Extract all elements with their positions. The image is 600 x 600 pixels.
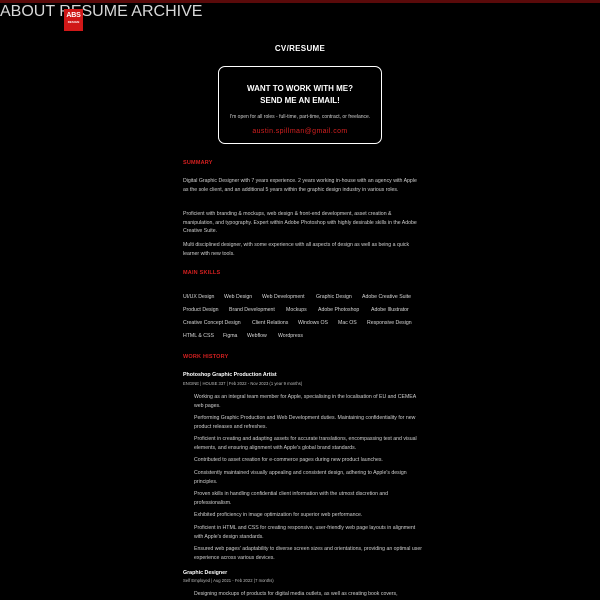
top-navigation-bar: ABS DESIGN ABOUT RESUME ARCHIVE — [0, 0, 600, 34]
nav-link-archive[interactable]: ARCHIVE — [131, 3, 202, 20]
summary-paragraph-2: Proficient with branding & mockups, web … — [183, 211, 417, 234]
skill-item: Mac OS — [338, 320, 357, 326]
skill-item: Client Relations — [252, 320, 289, 326]
job-title: Photoshop Graphic Production Artist — [183, 372, 277, 378]
job-meta: Self Employed | Aug 2021 - Feb 2022 (7 m… — [183, 578, 274, 583]
contact-callout-box: WANT TO WORK WITH ME? SEND ME AN EMAIL! … — [218, 66, 382, 144]
job-meta: ENGINE | HOUSE 337 | Feb 2022 - Nov 2023… — [183, 381, 303, 386]
skill-item: UI/UX Design — [183, 294, 215, 300]
skill-item: Web Design — [224, 294, 253, 300]
skill-item: Figma — [223, 333, 238, 339]
job-bullet: Contributed to asset creation for e-comm… — [194, 457, 383, 463]
skills-heading: MAIN SKILLS — [183, 270, 221, 276]
skill-item: Creative Concept Design — [183, 320, 241, 326]
job-bullet: Performing Graphic Production and Web De… — [194, 415, 416, 430]
skill-item: Product Design — [183, 307, 219, 313]
job-bullet: Proficient in creating and adapting asse… — [194, 436, 417, 451]
work-history-heading: WORK HISTORY — [183, 354, 229, 360]
cta-description: I'm open for all roles - full-time, part… — [229, 114, 371, 120]
skill-item: Wordpress — [278, 333, 303, 339]
skill-item: Adobe Creative Suite — [362, 294, 412, 300]
job-bullet: Working as an integral team member for A… — [194, 394, 416, 409]
summary-paragraph-1: Digital Graphic Designer with 7 years ex… — [183, 178, 417, 193]
job-bullet: Designing mockups of products for digita… — [194, 591, 398, 597]
skill-item: Windows OS — [298, 320, 328, 326]
page-title: CV/RESUME — [274, 44, 326, 53]
site-logo[interactable]: ABS DESIGN — [64, 9, 83, 31]
summary-paragraph-3: Multi disciplined designer, with some ex… — [183, 242, 410, 257]
summary-heading: SUMMARY — [183, 160, 213, 166]
skill-item: Adobe Illustrator — [371, 307, 409, 313]
job-title: Graphic Designer — [183, 570, 228, 576]
cta-heading-line1: WANT TO WORK WITH ME? — [246, 84, 354, 93]
skill-item: Web Development — [262, 294, 305, 300]
job-bullet: Proven skills in handling confidential c… — [194, 491, 389, 506]
skill-item: Adobe Photoshop — [318, 307, 360, 313]
logo-text: ABS — [66, 12, 81, 19]
email-link[interactable]: austin.spillman@gmail.com — [252, 128, 347, 135]
job-bullet: Ensured web pages' adaptability to diver… — [194, 546, 422, 561]
cta-heading-line2: SEND ME AN EMAIL! — [260, 96, 340, 105]
nav-link-about[interactable]: ABOUT — [0, 3, 55, 20]
skill-item: Brand Development — [229, 307, 275, 313]
job-bullet: Proficient in HTML and CSS for creating … — [194, 525, 416, 540]
skill-item: Responsive Design — [367, 320, 412, 326]
logo-subtext: DESIGN — [67, 20, 80, 24]
skill-item: Webflow — [247, 333, 267, 339]
skill-item: HTML & CSS — [183, 333, 214, 339]
skill-item: Graphic Design — [316, 294, 352, 300]
job-bullet: Consistently maintained visually appeali… — [194, 470, 407, 485]
skill-item: Mockups — [286, 307, 307, 313]
job-bullet: Exhibited proficiency in image optimizat… — [194, 512, 363, 518]
